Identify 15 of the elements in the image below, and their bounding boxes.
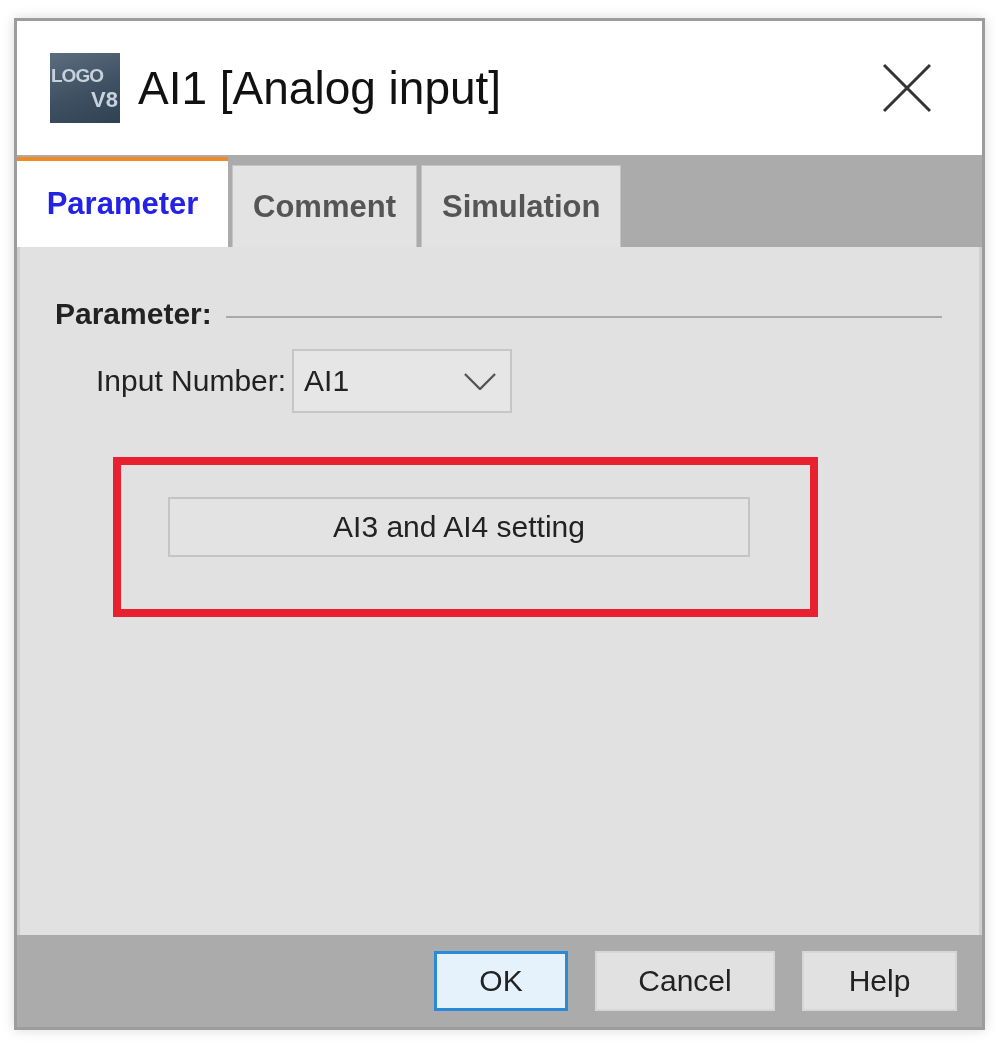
- window-title: AI1 [Analog input]: [138, 61, 503, 115]
- input-number-dropdown[interactable]: AI1: [292, 349, 513, 413]
- setting-button[interactable]: AI3 and AI4 setting: [168, 497, 750, 557]
- chevron-down-icon: [464, 372, 497, 390]
- group-title: Parameter:: [55, 297, 212, 331]
- close-button[interactable]: [882, 63, 932, 113]
- dialog-button[interactable]: Cancel: [595, 951, 775, 1011]
- tab[interactable]: Parameter: [17, 157, 228, 247]
- dialog-button[interactable]: Help: [802, 951, 957, 1011]
- dialog-button[interactable]: OK: [434, 951, 568, 1011]
- tab[interactable]: Simulation: [420, 165, 622, 247]
- app-logo: LOGO V8: [50, 53, 120, 123]
- tab[interactable]: Comment: [232, 165, 417, 247]
- close-icon: [882, 63, 932, 113]
- field-label: Input Number:: [96, 364, 287, 398]
